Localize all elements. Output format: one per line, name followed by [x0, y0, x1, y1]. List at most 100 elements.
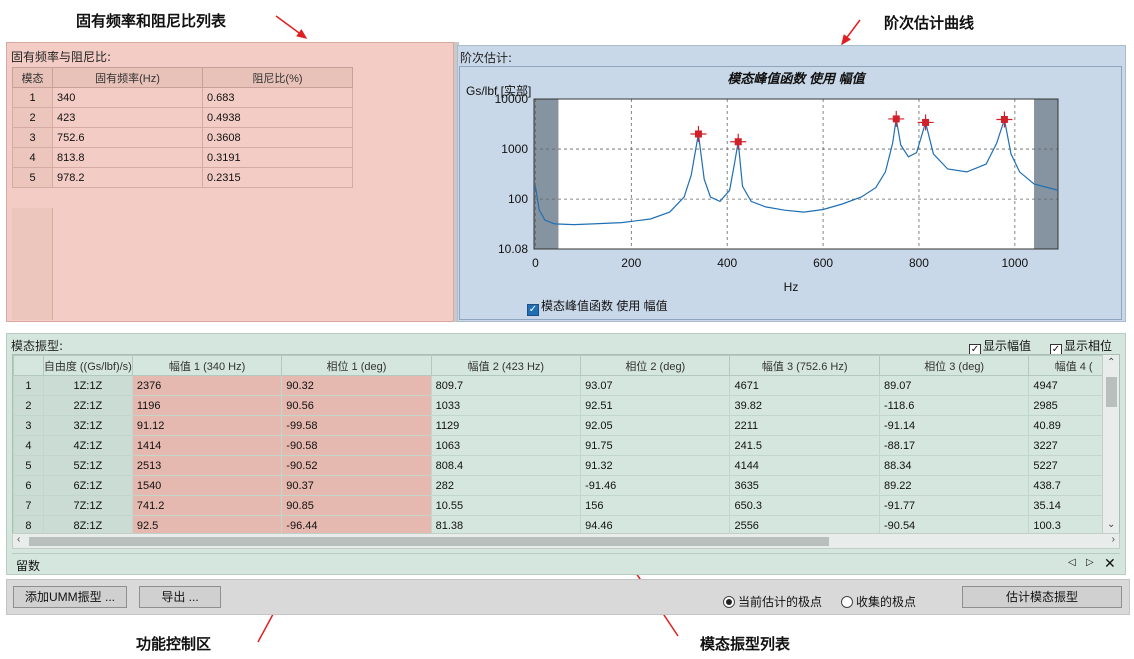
mode-col-header[interactable] — [13, 355, 44, 376]
mode-cell-p3[interactable]: -91.77 — [878, 495, 1030, 516]
col-damping[interactable]: 阻尼比(%) — [202, 67, 353, 88]
scroll-down-icon[interactable]: ⌄ — [1107, 519, 1115, 530]
add-umm-button[interactable]: 添加UMM振型 ... — [13, 586, 127, 608]
mode-cell-a2[interactable]: 10.55 — [430, 495, 582, 516]
mode-cell-idx[interactable]: 1 — [13, 375, 44, 396]
mode-cell-a1[interactable]: 91.12 — [131, 415, 283, 436]
legend[interactable]: ✓ 模态峰值函数 使用 幅值 — [527, 297, 668, 316]
mode-cell-dof[interactable]: 4Z:1Z — [42, 435, 133, 456]
export-button[interactable]: 导出 ... — [139, 586, 221, 608]
freq-cell-idx[interactable]: 1 — [12, 87, 53, 108]
mode-cell-a1[interactable]: 2376 — [131, 375, 283, 396]
freq-cell-damp[interactable]: 0.4938 — [202, 107, 353, 128]
mode-cell-a3[interactable]: 4671 — [729, 375, 880, 396]
scroll-left-icon[interactable]: ‹ — [17, 534, 20, 545]
mode-cell-idx[interactable]: 6 — [13, 475, 44, 496]
scroll-up-icon[interactable]: ⌃ — [1107, 357, 1115, 368]
estimate-mode-shape-button[interactable]: 估计模态振型 — [962, 586, 1122, 608]
mode-cell-a1[interactable]: 1196 — [131, 395, 283, 416]
mode-cell-a1[interactable]: 741.2 — [131, 495, 283, 516]
mode-table-row[interactable]: 5 5Z:1Z 2513 -90.52 808.4 91.32 4144 88.34 5227 — [13, 455, 1119, 476]
mode-cell-p3[interactable]: -91.14 — [878, 415, 1030, 436]
mode-col-header[interactable]: 相位 1 (deg) — [281, 355, 432, 376]
radio-current-poles[interactable]: 当前估计的极点 — [723, 593, 822, 610]
mode-cell-idx[interactable]: 8 — [13, 515, 44, 533]
mode-cell-a2[interactable]: 808.4 — [430, 455, 582, 476]
freq-cell-idx[interactable]: 3 — [12, 127, 53, 148]
vertical-scroll-thumb[interactable] — [1106, 377, 1117, 407]
mode-cell-idx[interactable]: 3 — [13, 415, 44, 436]
freq-table-row[interactable]: 5 978.2 0.2315 — [12, 167, 353, 188]
mode-cell-idx[interactable]: 2 — [13, 395, 44, 416]
mode-cell-idx[interactable]: 7 — [13, 495, 44, 516]
mode-cell-dof[interactable]: 1Z:1Z — [42, 375, 133, 396]
mode-cell-p1[interactable]: -96.44 — [281, 515, 432, 533]
mode-cell-p3[interactable]: 89.22 — [878, 475, 1030, 496]
mode-cell-p2[interactable]: 91.32 — [580, 455, 731, 476]
mode-cell-p3[interactable]: -88.17 — [878, 435, 1030, 456]
mode-cell-a1[interactable]: 1414 — [131, 435, 283, 456]
mode-cell-p2[interactable]: 156 — [580, 495, 731, 516]
legend-checkbox[interactable]: ✓ — [527, 304, 539, 316]
mode-cell-a1[interactable]: 2513 — [131, 455, 283, 476]
radio-collected-dot[interactable] — [841, 596, 853, 608]
mode-cell-a3[interactable]: 4144 — [729, 455, 880, 476]
mode-cell-a2[interactable]: 1033 — [430, 395, 582, 416]
mode-cell-p3[interactable]: -118.6 — [878, 395, 1030, 416]
mode-cell-p3[interactable]: 88.34 — [878, 455, 1030, 476]
mode-cell-p1[interactable]: 90.85 — [281, 495, 432, 516]
mode-table-row[interactable]: 7 7Z:1Z 741.2 90.85 10.55 156 650.3 -91.77 35.14 — [13, 495, 1119, 516]
mode-cell-a1[interactable]: 1540 — [131, 475, 283, 496]
mode-cell-p2[interactable]: 93.07 — [580, 375, 731, 396]
mode-cell-a3[interactable]: 241.5 — [729, 435, 880, 456]
mode-cell-p1[interactable]: -90.52 — [281, 455, 432, 476]
col-mode[interactable]: 模态 — [12, 67, 53, 88]
mode-table-row[interactable]: 2 2Z:1Z 1196 90.56 1033 92.51 39.82 -118.6 2985 — [13, 395, 1119, 416]
radio-current-dot[interactable] — [723, 596, 735, 608]
mode-cell-p2[interactable]: 94.46 — [580, 515, 731, 533]
freq-cell-freq[interactable]: 813.8 — [52, 147, 203, 168]
mode-cell-p2[interactable]: 92.51 — [580, 395, 731, 416]
mode-cell-a3[interactable]: 3635 — [729, 475, 880, 496]
freq-cell-damp[interactable]: 0.3191 — [202, 147, 353, 168]
horizontal-scroll-thumb[interactable] — [29, 537, 829, 546]
mode-cell-dof[interactable]: 2Z:1Z — [42, 395, 133, 416]
mode-cell-a2[interactable]: 1063 — [430, 435, 582, 456]
mode-cell-dof[interactable]: 8Z:1Z — [42, 515, 133, 533]
mode-table-row[interactable]: 1 1Z:1Z 2376 90.32 809.7 93.07 4671 89.07 4947 — [13, 375, 1119, 396]
mode-cell-p2[interactable]: 91.75 — [580, 435, 731, 456]
mode-table-row[interactable]: 3 3Z:1Z 91.12 -99.58 1129 92.05 2211 -91.14 40.8… — [13, 415, 1119, 436]
mode-cell-a3[interactable]: 2211 — [729, 415, 880, 436]
mode-cell-p2[interactable]: 92.05 — [580, 415, 731, 436]
mode-cell-idx[interactable]: 5 — [13, 455, 44, 476]
mode-col-header[interactable]: 相位 3 (deg) — [878, 355, 1030, 376]
close-icon[interactable]: ✕ — [1104, 555, 1116, 572]
mode-cell-dof[interactable]: 5Z:1Z — [42, 455, 133, 476]
col-freq[interactable]: 固有频率(Hz) — [52, 67, 203, 88]
mode-cell-a2[interactable]: 1129 — [430, 415, 582, 436]
mode-cell-a1[interactable]: 92.5 — [131, 515, 283, 533]
mode-cell-dof[interactable]: 6Z:1Z — [42, 475, 133, 496]
mode-col-header[interactable]: 自由度 ((Gs/lbf)/s) — [42, 355, 133, 376]
mode-table-row[interactable]: 8 8Z:1Z 92.5 -96.44 81.38 94.46 2556 -90.54 100.… — [13, 515, 1119, 533]
mif-chart[interactable]: 0 200 400 600 800 100010000100010010.08模态峰值函数… — [460, 67, 1121, 319]
tab-next-icon[interactable]: ▷ — [1086, 557, 1094, 568]
mode-cell-dof[interactable]: 3Z:1Z — [42, 415, 133, 436]
mode-col-header[interactable]: 幅值 3 (752.6 Hz) — [729, 355, 880, 376]
mode-cell-a3[interactable]: 2556 — [729, 515, 880, 533]
freq-cell-idx[interactable]: 2 — [12, 107, 53, 128]
mode-cell-a2[interactable]: 809.7 — [430, 375, 582, 396]
mode-cell-p3[interactable]: -90.54 — [878, 515, 1030, 533]
freq-table-row[interactable]: 2 423 0.4938 — [12, 107, 353, 128]
freq-cell-freq[interactable]: 752.6 — [52, 127, 203, 148]
vertical-scrollbar[interactable]: ⌃ ⌄ — [1102, 355, 1119, 533]
mode-cell-a3[interactable]: 650.3 — [729, 495, 880, 516]
tab-prev-icon[interactable]: ◁ — [1068, 557, 1076, 568]
mode-cell-p3[interactable]: 89.07 — [878, 375, 1030, 396]
freq-table-row[interactable]: 3 752.6 0.3608 — [12, 127, 353, 148]
mode-table-row[interactable]: 6 6Z:1Z 1540 90.37 282 -91.46 3635 89.22 438.7 — [13, 475, 1119, 496]
mode-cell-p1[interactable]: 90.37 — [281, 475, 432, 496]
mode-cell-p1[interactable]: 90.56 — [281, 395, 432, 416]
mode-cell-p1[interactable]: 90.32 — [281, 375, 432, 396]
freq-cell-idx[interactable]: 5 — [12, 167, 53, 188]
